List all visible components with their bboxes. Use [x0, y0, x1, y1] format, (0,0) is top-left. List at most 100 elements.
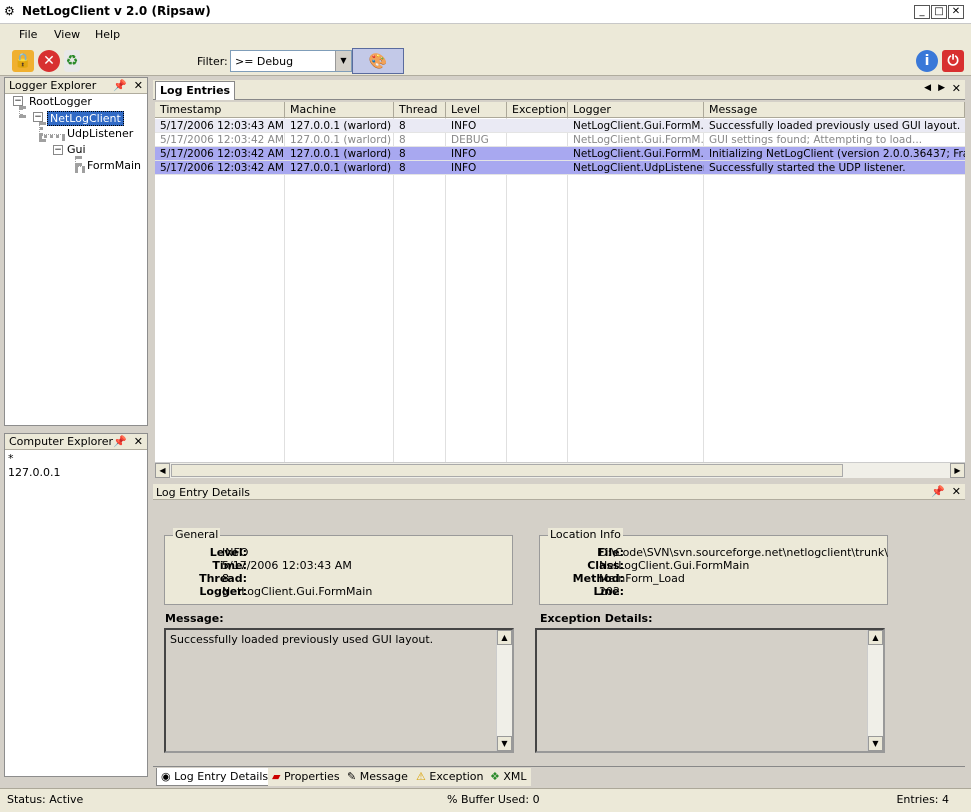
tree-expander[interactable]: −	[33, 112, 43, 122]
menu-view[interactable]: View	[54, 28, 80, 41]
exception-scrollbar[interactable]: ▲ ▼	[867, 630, 883, 751]
cell-level: INFO	[451, 162, 477, 174]
tab-exception[interactable]: ⚠ Exception	[412, 768, 488, 786]
cell-message: Initializing NetLogClient (version 2.0.0…	[709, 148, 965, 160]
cell-timestamp: 5/17/2006 12:03:42 AM	[160, 162, 284, 174]
scroll-up-icon[interactable]: ▲	[497, 630, 512, 645]
table-row[interactable]: 5/17/2006 12:03:43 AM 127.0.0.1 (warlord…	[155, 119, 965, 133]
filter-select[interactable]: >= Debug ▼	[230, 50, 352, 72]
thread-value: 8	[222, 572, 229, 585]
chevron-down-icon[interactable]: ▼	[335, 51, 351, 71]
table-row[interactable]: 5/17/2006 12:03:42 AM 127.0.0.1 (warlord…	[155, 133, 965, 147]
menu-file[interactable]: File	[19, 28, 37, 41]
logger-explorer-panel: Logger Explorer 📌 ✕ − RootLogger − NetLo…	[4, 77, 148, 426]
pin-icon[interactable]: 📌	[931, 485, 945, 498]
cell-timestamp: 5/17/2006 12:03:43 AM	[160, 120, 284, 132]
status-bar: Status: Active % Buffer Used: 0 Entries:…	[0, 788, 971, 812]
cell-logger: NetLogClient.Gui.FormM...	[573, 148, 704, 160]
col-header-thread[interactable]: Thread	[394, 102, 446, 118]
close-window-button[interactable]: ✕	[948, 5, 964, 19]
filter-label: Filter:	[197, 55, 228, 68]
tab-log-entries[interactable]: Log Entries	[155, 81, 236, 100]
computer-item[interactable]: 127.0.0.1	[8, 466, 60, 479]
tree-node-rootlogger[interactable]: RootLogger	[29, 95, 92, 108]
pin-icon[interactable]: 📌	[113, 435, 127, 448]
entries-count: Entries: 4	[896, 793, 949, 806]
location-group-title: Location Info	[548, 528, 623, 541]
cell-timestamp: 5/17/2006 12:03:42 AM	[160, 134, 284, 146]
tab-log-entry-details[interactable]: ◉ Log Entry Details	[156, 768, 274, 786]
col-header-exception[interactable]: Exception	[507, 102, 568, 118]
tree-node-gui[interactable]: Gui	[67, 143, 86, 156]
cell-machine: 127.0.0.1 (warlord)	[290, 148, 392, 160]
recycle-icon[interactable]: ♻	[64, 50, 80, 72]
table-row[interactable]: 5/17/2006 12:03:42 AM 127.0.0.1 (warlord…	[155, 161, 965, 175]
tab-xml[interactable]: ❖ XML	[486, 768, 531, 786]
cell-message: Successfully loaded previously used GUI …	[709, 120, 961, 132]
time-value: 5/17/2006 12:03:43 AM	[222, 559, 352, 572]
tab-message[interactable]: ✎ Message	[343, 768, 412, 786]
cell-message: GUI settings found; Attempting to load..…	[709, 134, 923, 146]
location-info-group: Location Info File: D:\Code\SVN\svn.sour…	[539, 528, 889, 605]
info-icon[interactable]: i	[916, 50, 938, 72]
details-tab-icon: ◉	[161, 770, 171, 783]
scroll-up-icon[interactable]: ▲	[868, 630, 883, 645]
cell-level: DEBUG	[451, 134, 489, 146]
thread-key: Thread:	[199, 572, 247, 585]
col-header-message[interactable]: Message	[704, 102, 965, 118]
computer-explorer-panel: Computer Explorer 📌 ✕ * 127.0.0.1	[4, 433, 148, 777]
pin-icon[interactable]: 📌	[113, 79, 127, 92]
toolbar	[0, 46, 971, 76]
palette-button[interactable]: 🎨	[352, 48, 404, 74]
scroll-thumb[interactable]	[171, 464, 843, 477]
table-row[interactable]: 5/17/2006 12:03:42 AM 127.0.0.1 (warlord…	[155, 147, 965, 161]
scroll-down-icon[interactable]: ▼	[868, 736, 883, 751]
stop-icon[interactable]: ✕	[38, 50, 60, 72]
tab-label: Exception	[429, 770, 484, 783]
message-scrollbar[interactable]: ▲ ▼	[496, 630, 512, 751]
tree-expander[interactable]: −	[13, 96, 23, 106]
tree-expander[interactable]: −	[53, 145, 63, 155]
scroll-left-icon[interactable]: ◀	[155, 463, 170, 478]
cell-logger: NetLogClient.Gui.FormM...	[573, 120, 704, 132]
line-value: 202	[599, 585, 620, 598]
horizontal-scrollbar[interactable]: ◀ ▶	[155, 462, 965, 478]
menu-help[interactable]: Help	[95, 28, 120, 41]
cell-thread: 8	[399, 134, 406, 146]
method-value: MainForm_Load	[599, 572, 685, 585]
level-value: INFO	[222, 546, 249, 559]
col-header-logger[interactable]: Logger	[568, 102, 704, 118]
tab-scroll-left-icon[interactable]: ◀	[924, 83, 931, 93]
lock-icon[interactable]: 🔒	[12, 50, 34, 72]
close-icon[interactable]: ✕	[134, 435, 143, 448]
cell-machine: 127.0.0.1 (warlord)	[290, 162, 392, 174]
col-header-machine[interactable]: Machine	[285, 102, 394, 118]
cell-thread: 8	[399, 162, 406, 174]
maximize-button[interactable]: □	[931, 5, 947, 19]
logger-value: NetLogClient.Gui.FormMain	[222, 585, 373, 598]
properties-icon: ▰	[272, 770, 281, 783]
cell-level: INFO	[451, 148, 477, 160]
close-icon[interactable]: ✕	[952, 485, 961, 498]
tree-node-formmain[interactable]: FormMain	[87, 159, 141, 172]
tree-node-udplistener[interactable]: UdpListener	[67, 127, 133, 140]
computer-item[interactable]: *	[8, 452, 14, 465]
scroll-down-icon[interactable]: ▼	[497, 736, 512, 751]
close-icon[interactable]: ✕	[952, 82, 961, 95]
power-icon[interactable]: ⏻	[942, 50, 964, 72]
message-textbox[interactable]: Successfully loaded previously used GUI …	[164, 628, 514, 753]
close-icon[interactable]: ✕	[134, 79, 143, 92]
scroll-right-icon[interactable]: ▶	[950, 463, 965, 478]
log-entries-tabstrip: Log Entries ◀ ▶ ✕	[153, 80, 965, 100]
xml-icon: ❖	[490, 770, 500, 783]
tab-scroll-right-icon[interactable]: ▶	[938, 83, 945, 93]
class-value: NetLogClient.Gui.FormMain	[599, 559, 750, 572]
col-header-level[interactable]: Level	[446, 102, 507, 118]
col-header-timestamp[interactable]: Timestamp	[155, 102, 285, 118]
tree-node-netlogclient[interactable]: NetLogClient	[47, 111, 124, 126]
exception-textbox[interactable]: ▲ ▼	[535, 628, 885, 753]
tab-properties[interactable]: ▰ Properties	[268, 768, 344, 786]
minimize-button[interactable]: _	[914, 5, 930, 19]
cell-machine: 127.0.0.1 (warlord)	[290, 120, 392, 132]
log-entries-grid[interactable]: Timestamp Machine Thread Level Exception…	[155, 102, 965, 462]
